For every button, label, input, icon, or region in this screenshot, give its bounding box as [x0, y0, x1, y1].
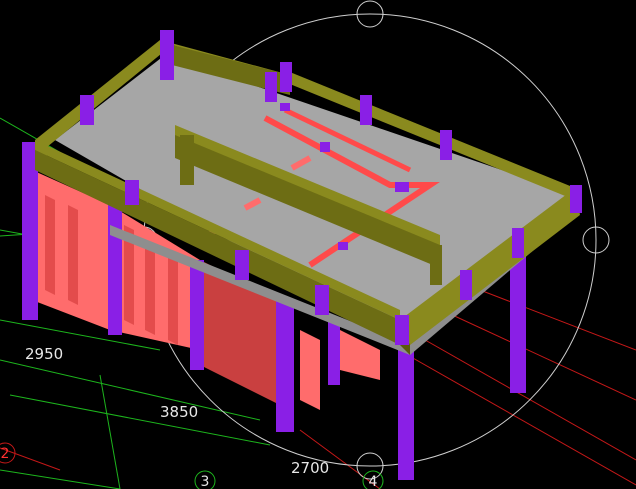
- svg-text:4: 4: [369, 474, 378, 489]
- dimension-label: 2700: [291, 459, 329, 477]
- column: [190, 260, 204, 370]
- column: [108, 195, 122, 335]
- dimension-label: 3850: [160, 403, 198, 421]
- column: [328, 320, 340, 385]
- column: [276, 300, 294, 432]
- svg-text:2: 2: [1, 446, 10, 462]
- dimension-label: 2950: [25, 345, 63, 363]
- svg-text:3: 3: [201, 474, 210, 489]
- model-viewport[interactable]: 2950 3850 2700 2 3 4: [0, 0, 636, 489]
